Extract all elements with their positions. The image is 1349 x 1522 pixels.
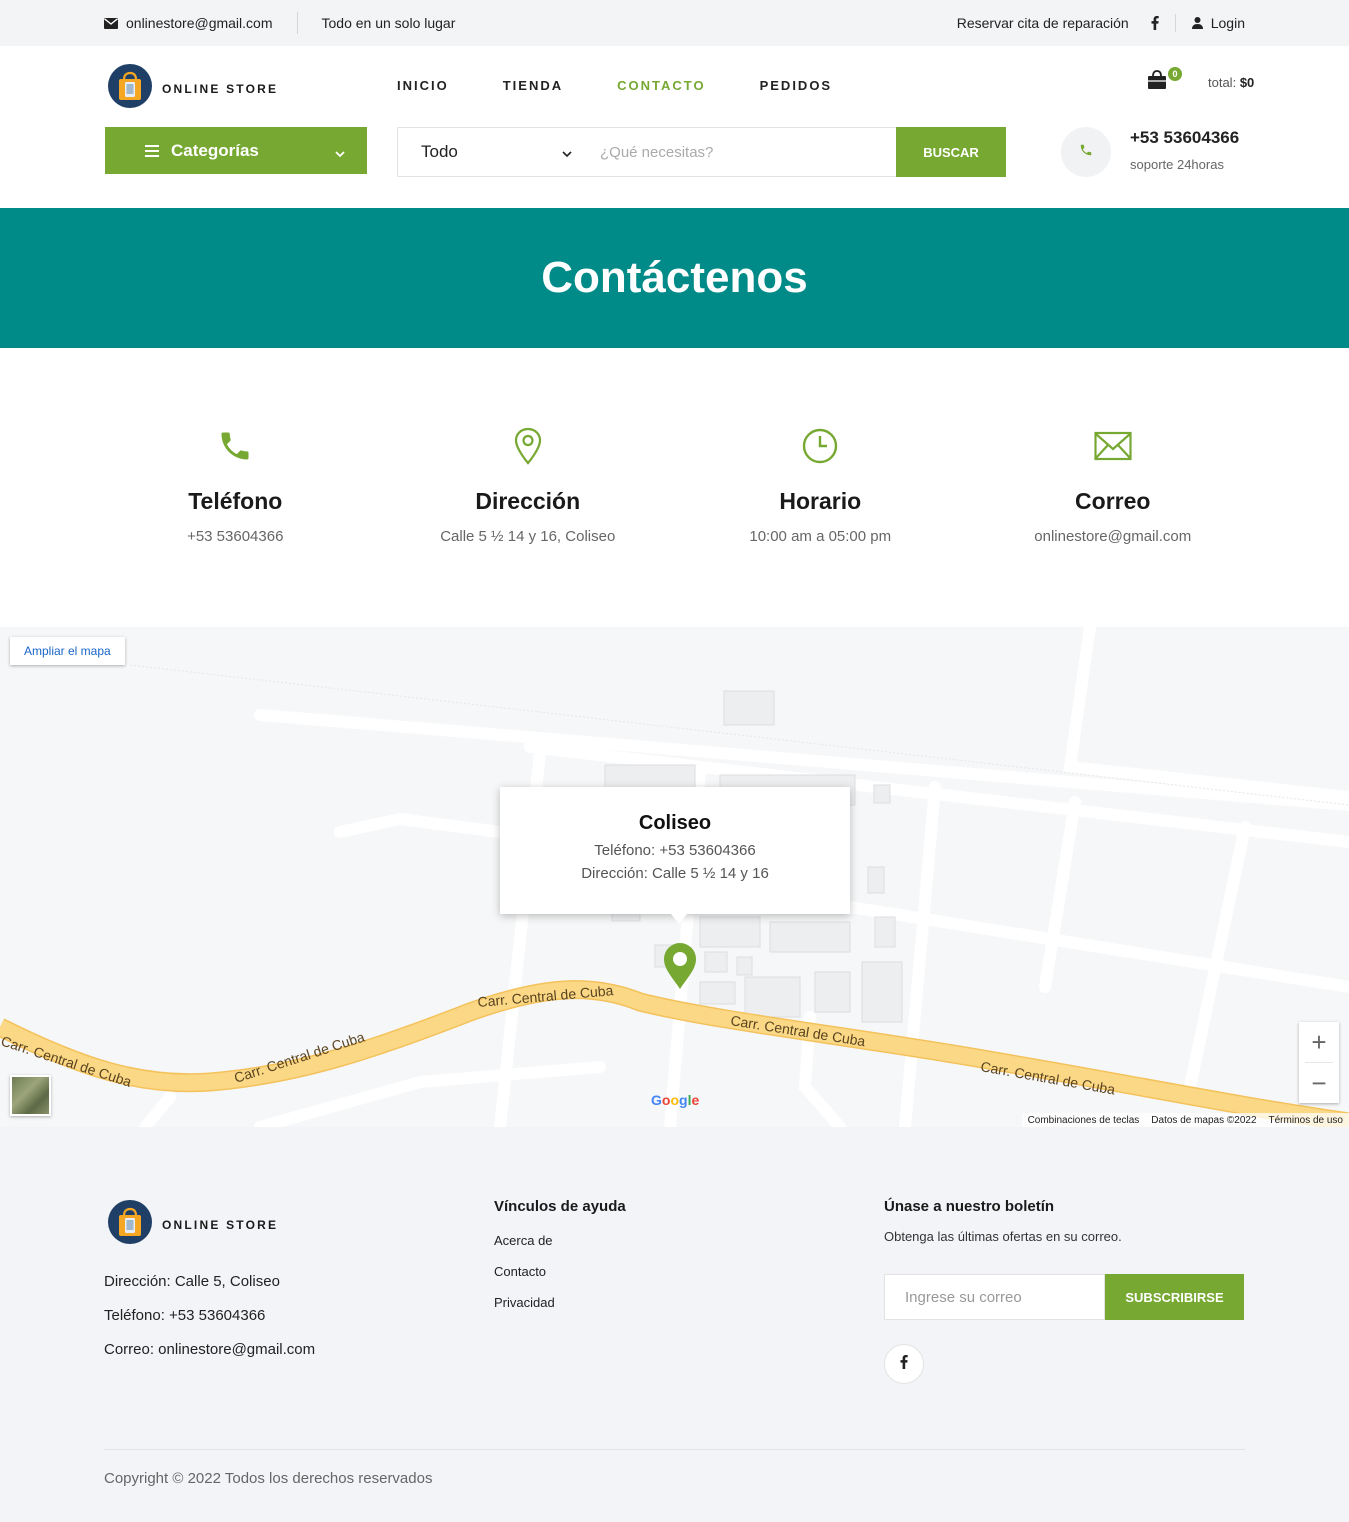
support-info: +53 53604366 soporte 24horas	[1130, 128, 1239, 172]
footer-facebook-button[interactable]	[884, 1344, 924, 1384]
cart-total: total: $0	[1208, 75, 1254, 90]
footer-contact-info: Dirección: Calle 5, Coliseo Teléfono: +5…	[104, 1273, 315, 1375]
location-pin-icon	[382, 420, 675, 472]
map-info-title: Coliseo	[638, 812, 712, 834]
search-input[interactable]	[588, 128, 896, 176]
subscribe-button[interactable]: SUBSCRIBIRSE	[1105, 1274, 1244, 1320]
contact-cards: Teléfono +53 53604366 Dirección Calle 5 …	[89, 420, 1259, 545]
topbar-email[interactable]: onlinestore@gmail.com	[104, 15, 273, 31]
categories-button[interactable]: Categorías	[105, 127, 367, 174]
copyright: Copyright © 2022 Todos los derechos rese…	[104, 1470, 433, 1487]
nav-inicio[interactable]: INICIO	[397, 78, 449, 93]
map-zoom-control: + −	[1299, 1022, 1339, 1103]
footer-logo[interactable]: ONLINE STORE	[108, 1200, 278, 1249]
keyboard-shortcuts-link[interactable]: Combinaciones de teclas	[1028, 1115, 1140, 1126]
map-data-credit: Datos de mapas ©2022	[1151, 1115, 1257, 1126]
envelope-icon	[967, 420, 1260, 472]
contact-card-title: Teléfono	[188, 488, 283, 514]
hamburger-icon	[145, 144, 159, 157]
page-title: Contáctenos	[541, 253, 808, 302]
contact-card-value: +53 53604366	[187, 528, 284, 545]
contact-card-address: Dirección Calle 5 ½ 14 y 16, Coliseo	[382, 420, 675, 545]
brand-name: ONLINE STORE	[162, 81, 279, 96]
nav-contacto[interactable]: CONTACTO	[617, 78, 705, 93]
map-info-phone: Teléfono: +53 53604366	[594, 842, 756, 859]
footer-phone: Teléfono: +53 53604366	[104, 1307, 266, 1324]
shopping-bag-logo-icon	[108, 1200, 152, 1249]
shopping-bag-icon	[1146, 70, 1168, 95]
shopping-bag-logo-icon	[108, 64, 152, 113]
map-attribution: Combinaciones de teclas Datos de mapas ©…	[1021, 1113, 1349, 1127]
facebook-icon	[900, 1354, 908, 1374]
footer: ONLINE STORE Dirección: Calle 5, Coliseo…	[0, 1127, 1349, 1522]
footer-link-about[interactable]: Acerca de	[494, 1233, 626, 1248]
topbar-tagline: Todo en un solo lugar	[321, 15, 456, 31]
nav-pedidos[interactable]: PEDIDOS	[760, 78, 833, 93]
contact-card-hours: Horario 10:00 am a 05:00 pm	[674, 420, 967, 545]
categories-label: Categorías	[171, 140, 259, 160]
map-info-address: Dirección: Calle 5 ½ 14 y 16	[581, 865, 769, 882]
repair-appointment-link[interactable]: Reservar cita de reparación	[957, 15, 1129, 31]
search-bar: Todo BUSCAR	[397, 127, 1006, 177]
footer-email: Correo: onlinestore@gmail.com	[104, 1341, 316, 1358]
chevron-down-icon	[562, 143, 572, 163]
user-icon	[1191, 17, 1203, 29]
footer-brand-name: ONLINE STORE	[162, 1217, 279, 1232]
zoom-in-button[interactable]: +	[1299, 1022, 1339, 1062]
support-label: soporte 24horas	[1130, 157, 1224, 172]
main-nav: INICIO TIENDA CONTACTO PEDIDOS	[397, 78, 886, 93]
contact-card-value: Calle 5 ½ 14 y 16, Coliseo	[440, 528, 616, 545]
search-category-value: Todo	[421, 142, 458, 161]
search-category-select[interactable]: Todo	[398, 128, 588, 176]
chevron-down-icon	[335, 143, 345, 163]
location-map[interactable]: Carr. Central de Cuba Carr. Central de C…	[0, 627, 1349, 1127]
phone-icon	[89, 420, 382, 472]
enlarge-map-link[interactable]: Ampliar el mapa	[10, 637, 125, 665]
newsletter-email-input[interactable]	[884, 1274, 1105, 1320]
newsletter-title: Únase a nuestro boletín	[884, 1198, 1055, 1215]
cart-total-value: $0	[1239, 75, 1255, 90]
contact-card-value: onlinestore@gmail.com	[1034, 528, 1192, 545]
footer-link-contact[interactable]: Contacto	[494, 1264, 626, 1279]
newsletter: Únase a nuestro boletín Obtenga las últi…	[884, 1198, 1244, 1384]
phone-icon	[1079, 143, 1093, 162]
contact-card-value: 10:00 am a 05:00 pm	[749, 528, 892, 545]
top-bar: onlinestore@gmail.com Todo en un solo lu…	[0, 0, 1349, 46]
facebook-icon[interactable]	[1151, 16, 1159, 30]
zoom-out-button[interactable]: −	[1299, 1063, 1339, 1103]
contact-card-title: Dirección	[475, 488, 581, 514]
footer-link-privacy[interactable]: Privacidad	[494, 1295, 626, 1310]
satellite-view-toggle[interactable]	[10, 1075, 51, 1116]
cart-total-label: total:	[1208, 75, 1237, 90]
map-info-window: Coliseo Teléfono: +53 53604366 Dirección…	[500, 787, 850, 924]
support-phone-badge	[1061, 127, 1111, 177]
envelope-icon	[104, 17, 118, 29]
footer-address: Dirección: Calle 5, Coliseo	[104, 1273, 280, 1290]
footer-divider	[104, 1449, 1245, 1450]
topbar-email-text: onlinestore@gmail.com	[126, 15, 273, 31]
page-banner: Contáctenos	[0, 208, 1349, 348]
newsletter-form: SUBSCRIBIRSE	[884, 1274, 1244, 1320]
contact-card-email: Correo onlinestore@gmail.com	[967, 420, 1260, 545]
login-link[interactable]: Login	[1211, 15, 1245, 31]
contact-card-phone: Teléfono +53 53604366	[89, 420, 382, 545]
footer-links-title: Vínculos de ayuda	[494, 1198, 626, 1215]
topbar-separator	[1174, 14, 1176, 32]
support-phone-number[interactable]: +53 53604366	[1130, 128, 1239, 148]
search-button[interactable]: BUSCAR	[896, 127, 1006, 177]
topbar-divider	[296, 12, 298, 34]
contact-card-title: Correo	[1075, 488, 1151, 514]
cart-count-badge: 0	[1168, 67, 1182, 81]
contact-card-title: Horario	[779, 488, 862, 514]
cart[interactable]: 0 total: $0	[1146, 67, 1254, 95]
google-logo: Google	[651, 1092, 700, 1108]
nav-tienda[interactable]: TIENDA	[503, 78, 563, 93]
newsletter-text: Obtenga las últimas ofertas en su correo…	[884, 1229, 1122, 1244]
terms-link[interactable]: Términos de uso	[1269, 1115, 1343, 1126]
footer-help-links: Vínculos de ayuda Acerca de Contacto Pri…	[494, 1198, 626, 1326]
map-marker-icon[interactable]	[664, 943, 696, 989]
clock-icon	[674, 420, 967, 472]
brand-logo[interactable]: ONLINE STORE	[108, 64, 278, 113]
road-label: Carr. Central de Cuba	[730, 1012, 867, 1049]
